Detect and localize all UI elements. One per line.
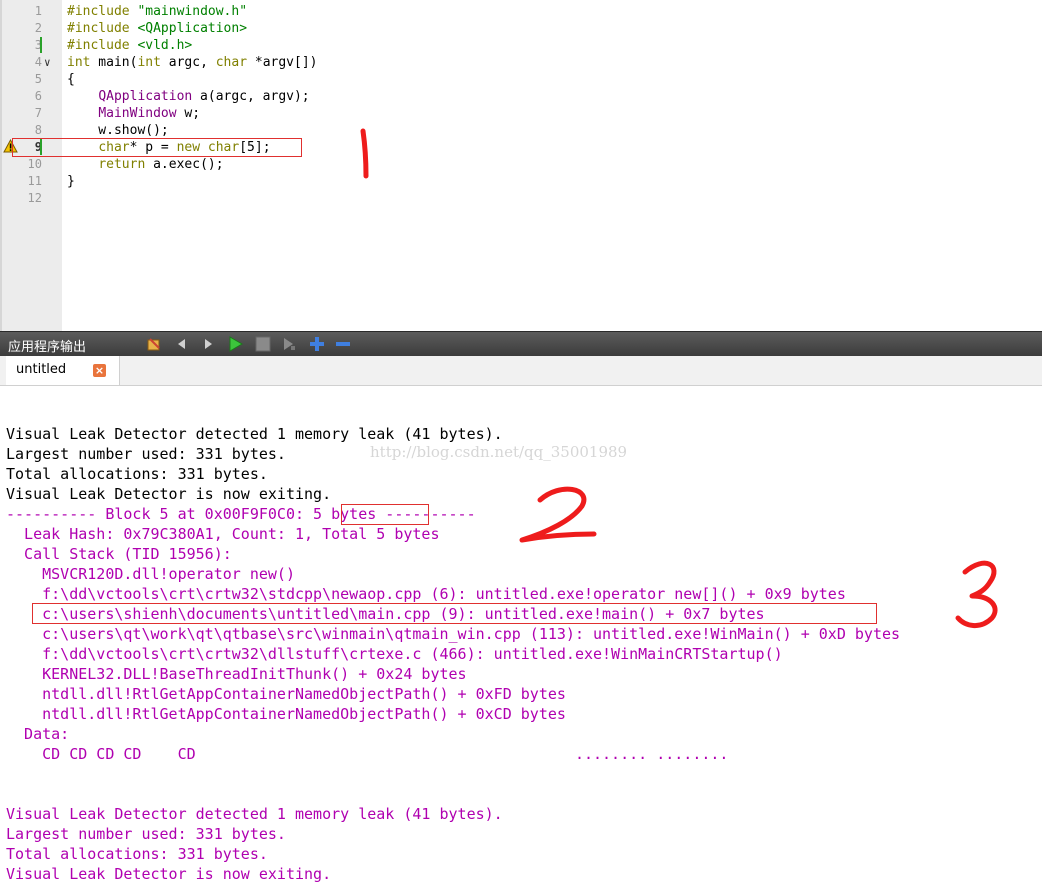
output-line: Visual Leak Detector is now exiting. [6,485,332,503]
output-pane-title: 应用程序输出 [8,340,87,355]
line-number: 7 [34,106,42,120]
code-token: } [67,174,75,189]
zoom-in-icon[interactable] [309,336,325,352]
zoom-out-icon[interactable] [335,336,351,352]
output-line: Visual Leak Detector detected 1 memory l… [6,805,503,823]
annotation-box-5-bytes [341,504,429,525]
output-line: CD CD CD CD CD ........ ........ [6,745,729,763]
watermark: http://blog.csdn.net/qq_35001989 [370,443,628,461]
line-number: 1 [34,4,42,18]
output-line: Leak Hash: 0x79C380A1, Count: 1, Total 5… [6,525,440,543]
next-icon[interactable] [200,336,216,352]
code-token: w.show(); [67,123,169,138]
line-number-gutter: 1 2 3 4 5 6 7 8 9 10 11 12 [0,0,62,331]
output-line: Data: [6,725,70,743]
line-number: 10 [27,157,42,171]
code-line[interactable]: int main(int argc, char *argv[]) [67,54,318,71]
annotation-numeral-2 [519,486,597,543]
code-token: #include [67,21,138,36]
code-token: QApplication [98,89,193,104]
code-line[interactable]: { [67,71,75,88]
code-line[interactable]: #include <vld.h> [67,37,192,54]
annotation-numeral-3 [955,560,998,628]
output-line: MSVCR120D.dll!operator new() [6,565,295,583]
line-number: 3 [34,38,42,52]
line-number: 4 [34,55,42,69]
code-token: return [98,157,146,172]
output-line: ntdll.dll!RtlGetAppContainerNamedObjectP… [6,705,566,723]
modified-line-marker [40,37,42,53]
output-line: KERNEL32.DLL!BaseThreadInitThunk() + 0x2… [6,665,467,683]
stop-icon[interactable] [255,336,271,352]
output-line: Largest number used: 331 bytes. [6,445,286,463]
output-line: c:\users\qt\work\qt\qtbase\src\winmain\q… [6,625,901,643]
close-icon[interactable]: × [93,364,106,377]
output-line: Visual Leak Detector detected 1 memory l… [6,425,503,443]
tab-label: untitled [16,362,67,377]
code-token: <QApplication> [137,21,248,36]
tab-untitled[interactable]: untitled × [6,356,120,385]
code-line[interactable]: } [67,173,75,190]
output-line: f:\dd\vctools\crt\crtw32\dllstuff\crtexe… [6,645,783,663]
code-line[interactable]: w.show(); [67,122,169,139]
line-number: 8 [34,123,42,137]
attach-icon[interactable] [281,336,297,352]
line-number: 6 [34,89,42,103]
output-pane-toolbar: 应用程序输出 [0,331,1042,356]
annotation-box-line-9 [12,138,302,157]
code-token: #include [67,4,138,19]
code-token: a.exec(); [145,157,224,172]
output-line: f:\dd\vctools\crt\crtw32\stdcpp\newaop.c… [6,585,846,603]
prev-icon[interactable] [174,336,190,352]
line-number: 5 [34,72,42,86]
code-line[interactable]: return a.exec(); [67,156,224,173]
line-number: 11 [27,174,42,188]
code-token: argc, [160,55,216,70]
output-line: Total allocations: 331 bytes. [6,465,268,483]
code-token: a(argc, argv); [192,89,310,104]
code-token: int [137,55,161,70]
clear-icon[interactable] [146,336,162,352]
code-editor[interactable]: 1 2 3 4 5 6 7 8 9 10 11 12 #include "mainwindow.h" #… [0,0,1042,331]
code-line[interactable]: MainWindow w; [67,105,200,122]
code-token: <vld.h> [137,38,193,53]
code-token: int [67,55,91,70]
annotation-box-main-cpp [32,603,877,624]
code-token: main( [90,55,138,70]
code-token: { [67,72,75,87]
code-token: MainWindow [98,106,177,121]
code-line[interactable]: #include "mainwindow.h" [67,3,247,20]
code-token: char [215,55,248,70]
code-token: #include [67,38,138,53]
output-line: Visual Leak Detector is now exiting. [6,865,332,883]
run-icon[interactable] [227,336,243,352]
output-line: Call Stack (TID 15956): [6,545,232,563]
output-line: Largest number used: 331 bytes. [6,825,286,843]
code-line[interactable]: QApplication a(argc, argv); [67,88,310,105]
output-line: Total allocations: 331 bytes. [6,845,268,863]
code-token: *argv[]) [247,55,318,70]
code-token: "mainwindow.h" [137,4,248,19]
code-line[interactable]: #include <QApplication> [67,20,247,37]
code-token: w; [176,106,201,121]
output-tab-bar: untitled × [0,356,1042,386]
line-number: 12 [27,191,42,205]
line-number: 2 [34,21,42,35]
fold-chevron-icon[interactable]: ∨ [44,54,51,71]
output-line: ntdll.dll!RtlGetAppContainerNamedObjectP… [6,685,566,703]
